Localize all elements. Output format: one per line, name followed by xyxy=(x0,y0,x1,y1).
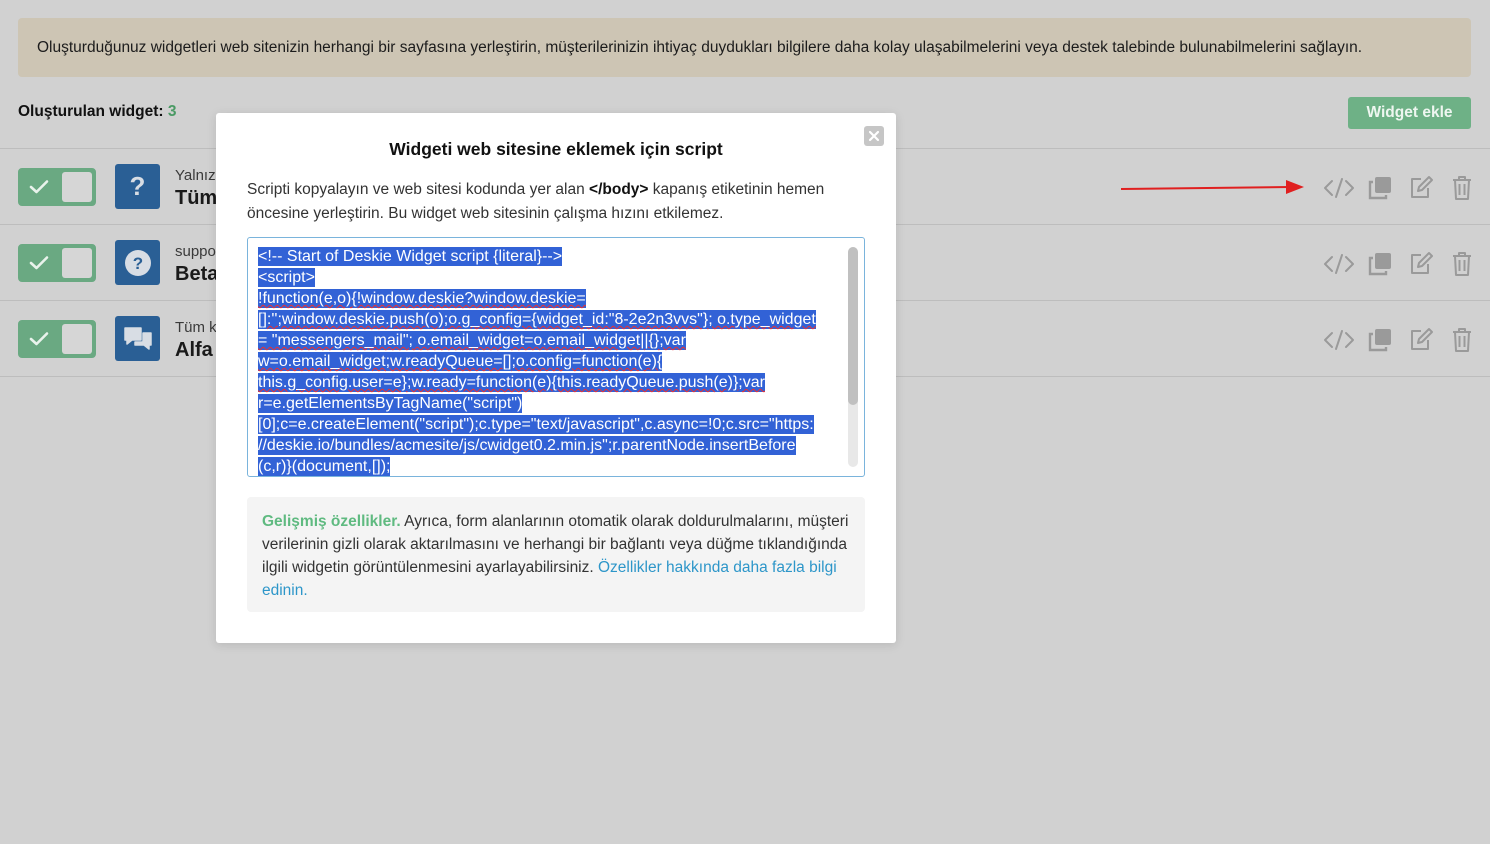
widget-title: Tüm xyxy=(175,187,218,209)
trash-icon[interactable] xyxy=(1441,325,1482,355)
code-line: this.g_config.user=e};w.ready=function(e… xyxy=(258,372,824,393)
widget-count-label: Oluşturulan widget: xyxy=(18,103,164,120)
code-line-text: []:'';window.deskie.push(o);o.g_config={… xyxy=(258,310,816,329)
edit-icon[interactable] xyxy=(1400,325,1441,355)
code-line-text: [0];c=e.createElement("script");c.type="… xyxy=(258,415,814,434)
modal-title: Widgeti web sitesine eklemek için script xyxy=(389,139,723,159)
copy-icon[interactable] xyxy=(1359,325,1400,355)
widget-actions xyxy=(1318,325,1482,355)
widget-title: Alfa xyxy=(175,339,213,361)
code-line: //deskie.io/bundles/acmesite/js/cwidget0… xyxy=(258,435,824,456)
widget-toggle[interactable] xyxy=(18,320,96,358)
code-icon[interactable] xyxy=(1318,173,1359,203)
code-line: w=o.email_widget;w.readyQueue=[];o.confi… xyxy=(258,351,824,372)
widget-subtitle: Tüm k xyxy=(175,319,217,336)
edit-icon[interactable] xyxy=(1400,249,1441,279)
advanced-features-note: Gelişmiş özellikler. Ayrıca, form alanla… xyxy=(247,497,865,612)
code-icon[interactable] xyxy=(1318,249,1359,279)
code-line-text: !function(e,o){!window.deskie?window.des… xyxy=(258,289,586,308)
code-line: = "messengers_mail"; o.email_widget=o.em… xyxy=(258,330,824,351)
widget-count-value: 3 xyxy=(167,103,177,120)
code-line: <!-- Start of Deskie Widget script {lite… xyxy=(258,246,824,267)
embed-script-modal: Widgeti web sitesine eklemek için script… xyxy=(216,113,896,643)
modal-description-text: Scripti kopyalayın ve web sitesi kodunda… xyxy=(247,181,590,198)
check-icon xyxy=(20,246,58,280)
code-line: (c,r)}(document,[]); xyxy=(258,456,824,476)
annotation-arrow-icon xyxy=(1120,180,1304,194)
widget-subtitle: Yalnız xyxy=(175,167,216,184)
question-circle-icon: ? xyxy=(115,240,160,285)
code-line-text: <!-- Start of Deskie Widget script {lite… xyxy=(258,247,563,266)
check-icon xyxy=(20,322,58,356)
widget-actions xyxy=(1318,249,1482,279)
script-code-textarea[interactable]: <!-- Start of Deskie Widget script {lite… xyxy=(247,237,865,477)
code-line-text: //deskie.io/bundles/acmesite/js/cwidget0… xyxy=(258,436,796,455)
info-banner: Oluşturduğunuz widgetleri web sitenizin … xyxy=(18,18,1471,77)
code-icon[interactable] xyxy=(1318,325,1359,355)
check-icon xyxy=(20,170,58,204)
trash-icon[interactable] xyxy=(1441,249,1482,279)
add-widget-button[interactable]: Widget ekle xyxy=(1348,97,1471,129)
code-line-text: = "messengers_mail"; o.email_widget=o.em… xyxy=(258,331,686,350)
code-line: r=e.getElementsByTagName("script") xyxy=(258,393,824,414)
code-line-text: (c,r)}(document,[]); xyxy=(258,457,391,476)
code-line-text: r=e.getElementsByTagName("script") xyxy=(258,394,523,413)
code-line: []:'';window.deskie.push(o);o.g_config={… xyxy=(258,309,824,330)
code-scrollbar[interactable] xyxy=(848,247,858,467)
body-tag-label: </body> xyxy=(589,181,649,198)
copy-icon[interactable] xyxy=(1359,173,1400,203)
widget-toggle[interactable] xyxy=(18,244,96,282)
question-icon: ? xyxy=(115,164,160,209)
chat-icon xyxy=(115,316,160,361)
copy-icon[interactable] xyxy=(1359,249,1400,279)
widget-toggle[interactable] xyxy=(18,168,96,206)
toggle-knob xyxy=(62,324,92,354)
code-line: <script> xyxy=(258,267,824,288)
trash-icon[interactable] xyxy=(1441,173,1482,203)
code-line-text: this.g_config.user=e};w.ready=function(e… xyxy=(258,373,765,392)
widget-title: Beta xyxy=(175,263,219,285)
widget-actions xyxy=(1318,173,1482,203)
code-line-text: <script> xyxy=(258,268,315,287)
code-line-text: w=o.email_widget;w.readyQueue=[];o.confi… xyxy=(258,352,663,371)
toggle-knob xyxy=(62,248,92,278)
info-banner-text: Oluşturduğunuz widgetleri web sitenizin … xyxy=(37,38,1363,56)
scrollbar-thumb[interactable] xyxy=(848,247,858,405)
code-line: !function(e,o){!window.deskie?window.des… xyxy=(258,288,824,309)
svg-text:?: ? xyxy=(132,254,142,273)
widget-count: Oluşturulan widget: 3 xyxy=(18,103,176,121)
modal-description: Scripti kopyalayın ve web sitesi kodunda… xyxy=(247,178,867,226)
advanced-features-label: Gelişmiş özellikler. xyxy=(262,513,401,530)
toggle-knob xyxy=(62,172,92,202)
widget-subtitle: suppo xyxy=(175,243,216,260)
edit-icon[interactable] xyxy=(1400,173,1441,203)
code-line: [0];c=e.createElement("script");c.type="… xyxy=(258,414,824,435)
